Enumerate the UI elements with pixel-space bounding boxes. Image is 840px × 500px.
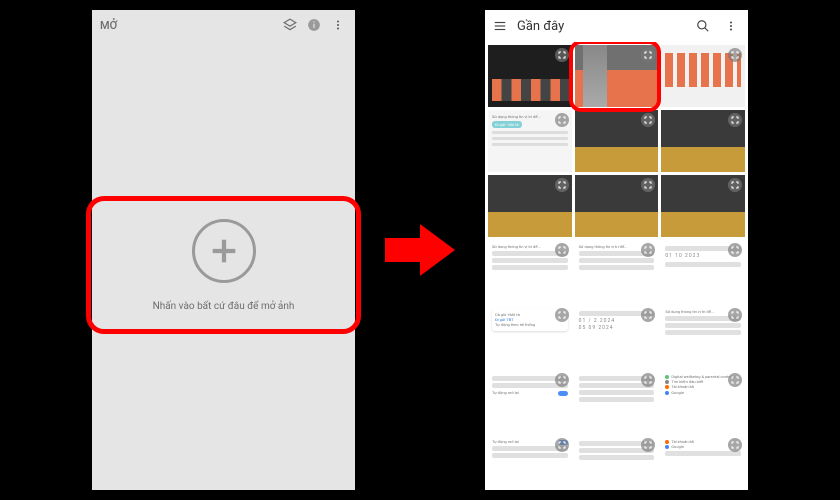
editor-title: MỞ xyxy=(100,19,275,32)
expand-icon[interactable] xyxy=(728,373,742,387)
info-icon[interactable] xyxy=(305,16,323,34)
expand-icon[interactable] xyxy=(555,438,569,452)
thumb[interactable] xyxy=(488,175,572,237)
expand-icon[interactable] xyxy=(641,178,655,192)
thumb[interactable]: Tự động mở lại xyxy=(488,370,572,432)
search-icon[interactable] xyxy=(694,17,712,35)
thumb[interactable]: 01 10 2023 xyxy=(661,240,745,302)
gallery-title: Gần đây xyxy=(517,19,684,34)
thumb[interactable]: Sử dụng thông tin vị trí để... xyxy=(575,240,659,302)
text: Tự động theo hệ thống xyxy=(495,322,565,327)
text: Tự động mở lại xyxy=(492,439,519,444)
expand-icon[interactable] xyxy=(555,373,569,387)
thumb[interactable]: Tự động mở lại xyxy=(488,435,572,490)
expand-icon[interactable] xyxy=(555,308,569,322)
text: Sử dụng thông tin vị trí để... xyxy=(665,309,714,314)
expand-icon[interactable] xyxy=(728,308,742,322)
more-vert-icon[interactable] xyxy=(329,16,347,34)
expand-icon[interactable] xyxy=(641,48,655,62)
expand-icon[interactable] xyxy=(641,113,655,127)
expand-icon[interactable] xyxy=(555,178,569,192)
gallery-topbar: Gần đây xyxy=(485,10,748,42)
thumb[interactable] xyxy=(575,175,659,237)
thumb[interactable] xyxy=(575,110,659,172)
pill: Đi gửi - Mô tả xyxy=(492,121,522,128)
text: Sử dụng thông tin vị trí để... xyxy=(492,244,541,249)
text: Google xyxy=(671,390,684,395)
thumb[interactable]: Sử dụng thông tin vị trí để... xyxy=(661,305,745,367)
thumb[interactable] xyxy=(575,45,659,107)
thumb[interactable]: Cả giờ +Mô tả Đi gửi TBT Tự động theo hệ… xyxy=(488,305,572,367)
thumb[interactable] xyxy=(661,175,745,237)
gallery-grid: Sử dụng thông tin vị trí để... Đi gửi - … xyxy=(485,42,748,490)
expand-icon[interactable] xyxy=(555,48,569,62)
expand-icon[interactable] xyxy=(728,178,742,192)
thumb[interactable] xyxy=(575,435,659,490)
phone-gallery: Gần đây Sử dụng thông tin vị trí để... Đ… xyxy=(485,10,748,490)
thumb[interactable]: Sử dụng thông tin vị trí để... Đi gửi - … xyxy=(488,110,572,172)
thumb[interactable]: Digital wellbeing & parental controls Tì… xyxy=(661,370,745,432)
thumb[interactable]: Sử dụng thông tin vị trí để... xyxy=(488,240,572,302)
layers-icon[interactable] xyxy=(281,16,299,34)
expand-icon[interactable] xyxy=(728,48,742,62)
more-vert-icon[interactable] xyxy=(722,17,740,35)
thumb[interactable] xyxy=(575,370,659,432)
text: Sử dụng thông tin vị trí để... xyxy=(579,244,628,249)
thumb[interactable]: Tài khoản Mi Google xyxy=(661,435,745,490)
open-hint-text: Nhấn vào bất cứ đâu để mở ảnh xyxy=(153,301,295,312)
expand-icon[interactable] xyxy=(555,243,569,257)
thumb[interactable] xyxy=(661,110,745,172)
thumb[interactable] xyxy=(661,45,745,107)
expand-icon[interactable] xyxy=(728,243,742,257)
expand-icon[interactable] xyxy=(555,113,569,127)
thumb[interactable]: 01 / 2 2024 05 09 2024 xyxy=(575,305,659,367)
add-icon xyxy=(192,219,256,283)
text: Sử dụng thông tin vị trí để... xyxy=(492,114,541,119)
open-image-area[interactable]: Nhấn vào bất cứ đâu để mở ảnh xyxy=(92,40,355,490)
editor-topbar: MỞ xyxy=(92,10,355,40)
thumb[interactable] xyxy=(488,45,572,107)
text: Google xyxy=(671,444,684,449)
text: 05 09 2024 xyxy=(579,325,655,332)
text: Tự động mở lại xyxy=(492,390,519,395)
toggle-icon xyxy=(558,391,568,396)
expand-icon[interactable] xyxy=(728,113,742,127)
expand-icon[interactable] xyxy=(728,438,742,452)
hamburger-icon[interactable] xyxy=(493,17,507,35)
arrow-icon xyxy=(385,220,455,280)
phone-editor: MỞ Nhấn vào bất cứ đâu để mở ảnh xyxy=(92,10,355,490)
